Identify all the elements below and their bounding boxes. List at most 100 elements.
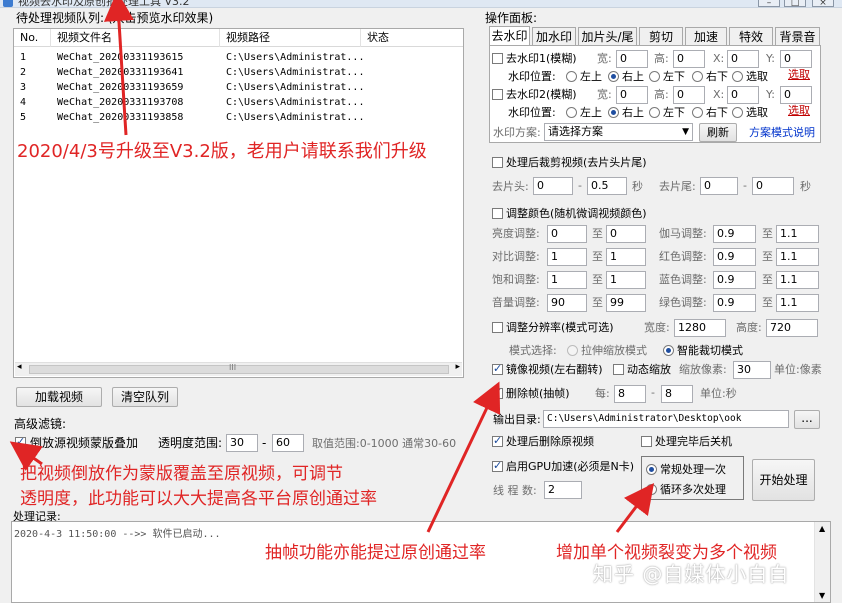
tab-add-watermark[interactable]: 加水印 bbox=[532, 27, 576, 46]
threads-input[interactable]: 2 bbox=[544, 481, 582, 499]
log-scrollbar[interactable]: ▲ ▼ bbox=[814, 522, 830, 602]
frames-a-input[interactable]: 8 bbox=[614, 385, 646, 403]
tab-effects[interactable]: 特效 bbox=[729, 27, 773, 46]
zoom-input[interactable]: 30 bbox=[733, 361, 771, 379]
horizontal-scrollbar[interactable]: ◂ ▸ III bbox=[15, 362, 462, 376]
color-max-input[interactable]: 1 bbox=[606, 248, 646, 266]
opacity-max-input[interactable]: 60 bbox=[272, 434, 304, 452]
stretch-mode-radio[interactable] bbox=[567, 345, 578, 356]
head-to-input[interactable]: 0.5 bbox=[587, 177, 627, 195]
color2-max-input[interactable]: 1.1 bbox=[776, 271, 819, 289]
tab-intro-outro[interactable]: 加片头/尾 bbox=[578, 27, 637, 46]
mirror-checkbox[interactable] bbox=[492, 362, 503, 375]
start-processing-button[interactable]: 开始处理 bbox=[752, 459, 815, 501]
dynamic-zoom-checkbox[interactable] bbox=[613, 364, 624, 375]
color-max-input[interactable]: 1 bbox=[606, 271, 646, 289]
wm1-pick-link[interactable]: 选取 bbox=[788, 68, 810, 82]
wm1-h-input[interactable]: 0 bbox=[673, 50, 705, 68]
scroll-down-icon[interactable]: ▼ bbox=[819, 591, 825, 600]
wm1-pos-radio-2[interactable] bbox=[649, 71, 660, 82]
res-height-input[interactable]: 720 bbox=[766, 319, 818, 337]
wm1-pos-radio-0[interactable] bbox=[566, 71, 577, 82]
table-row[interactable]: 1 WeChat_20200331193615 C:\Users\Administr… bbox=[14, 50, 463, 65]
col-status[interactable]: 状态 bbox=[361, 29, 463, 47]
maximize-button[interactable]: □ bbox=[784, 0, 806, 7]
scroll-left-icon[interactable]: ◂ bbox=[17, 362, 22, 372]
trim-checkbox[interactable] bbox=[492, 157, 503, 168]
tab-cut[interactable]: 剪切 bbox=[639, 27, 683, 46]
table-row[interactable]: 4 WeChat_20200331193708 C:\Users\Administr… bbox=[14, 95, 463, 110]
close-button[interactable]: × bbox=[812, 0, 834, 7]
wm2-pos-radio-1[interactable] bbox=[608, 107, 619, 118]
wm1-checkbox[interactable] bbox=[492, 53, 503, 64]
color2-min-input[interactable]: 0.9 bbox=[713, 271, 756, 289]
chevron-down-icon[interactable]: ▼ bbox=[682, 124, 689, 140]
color-min-input[interactable]: 1 bbox=[547, 271, 587, 289]
table-row[interactable]: 5 WeChat_20200331193858 C:\Users\Administr… bbox=[14, 110, 463, 125]
tab-bgm[interactable]: 背景音 bbox=[775, 27, 820, 46]
load-video-button[interactable]: 加载视频 bbox=[16, 387, 102, 407]
refresh-button[interactable]: 刷新 bbox=[699, 123, 737, 142]
wm2-checkbox[interactable] bbox=[492, 89, 503, 100]
delete-source-checkbox[interactable] bbox=[492, 434, 503, 447]
col-filename[interactable]: 视频文件名 bbox=[51, 29, 220, 47]
wm2-pos-radio-0[interactable] bbox=[566, 107, 577, 118]
wm1-pos-radio-1[interactable] bbox=[608, 71, 619, 82]
opacity-min-input[interactable]: 30 bbox=[226, 434, 258, 452]
wm2-pos-radio-3[interactable] bbox=[692, 107, 703, 118]
tab-speed[interactable]: 加速 bbox=[685, 27, 727, 46]
scheme-help-link[interactable]: 方案模式说明 bbox=[749, 126, 815, 140]
output-path-input[interactable]: C:\Users\Administrator\Desktop\ook bbox=[543, 410, 789, 428]
video-queue-list[interactable]: No. 视频文件名 视频路径 状态 1 WeChat_20200331193615… bbox=[13, 28, 464, 378]
wm2-x-input[interactable]: 0 bbox=[727, 86, 759, 104]
color-max-input[interactable]: 99 bbox=[606, 294, 646, 312]
wm2-pick-link[interactable]: 选取 bbox=[788, 104, 810, 118]
col-no[interactable]: No. bbox=[14, 29, 51, 47]
reverse-overlay-checkbox[interactable] bbox=[15, 435, 26, 448]
scrollbar-thumb[interactable] bbox=[29, 365, 449, 374]
table-row[interactable]: 2 WeChat_20200331193641 C:\Users\Administr… bbox=[14, 65, 463, 80]
loop-mode-radio[interactable] bbox=[646, 484, 657, 495]
resolution-checkbox[interactable] bbox=[492, 322, 503, 333]
wm2-pos-radio-4[interactable] bbox=[732, 107, 743, 118]
table-row[interactable]: 3 WeChat_20200331193659 C:\Users\Administr… bbox=[14, 80, 463, 95]
wm2-w-input[interactable]: 0 bbox=[616, 86, 648, 104]
frames-b-input[interactable]: 8 bbox=[661, 385, 693, 403]
color-checkbox[interactable] bbox=[492, 208, 503, 219]
browse-button[interactable]: ... bbox=[794, 410, 820, 429]
wm1-y-input[interactable]: 0 bbox=[780, 50, 812, 68]
color-max-input[interactable]: 0 bbox=[606, 225, 646, 243]
scroll-right-icon[interactable]: ▸ bbox=[455, 362, 460, 372]
color2-min-input[interactable]: 0.9 bbox=[713, 294, 756, 312]
normal-mode-radio[interactable] bbox=[646, 464, 657, 475]
wm1-w-input[interactable]: 0 bbox=[616, 50, 648, 68]
tab-remove-watermark[interactable]: 去水印 bbox=[489, 26, 530, 46]
color2-min-input[interactable]: 0.9 bbox=[713, 225, 756, 243]
wm1-pos-radio-3[interactable] bbox=[692, 71, 703, 82]
head-from-input[interactable]: 0 bbox=[533, 177, 573, 195]
wm2-h-input[interactable]: 0 bbox=[673, 86, 705, 104]
wm2-y-input[interactable]: 0 bbox=[780, 86, 812, 104]
drop-frames-checkbox[interactable] bbox=[492, 386, 503, 399]
scroll-up-icon[interactable]: ▲ bbox=[819, 524, 825, 533]
wm1-x-input[interactable]: 0 bbox=[727, 50, 759, 68]
tail-to-input[interactable]: 0 bbox=[752, 177, 794, 195]
wm1-pos-radio-4[interactable] bbox=[732, 71, 743, 82]
wm2-pos-radio-2[interactable] bbox=[649, 107, 660, 118]
col-path[interactable]: 视频路径 bbox=[220, 29, 361, 47]
minimize-button[interactable]: – bbox=[758, 0, 780, 7]
color2-max-input[interactable]: 1.1 bbox=[776, 225, 819, 243]
smart-mode-radio[interactable] bbox=[663, 345, 674, 356]
color-min-input[interactable]: 1 bbox=[547, 248, 587, 266]
color2-max-input[interactable]: 1.1 bbox=[776, 248, 819, 266]
scheme-select[interactable]: 请选择方案 ▼ bbox=[544, 123, 693, 141]
gpu-checkbox[interactable] bbox=[492, 459, 503, 472]
color2-min-input[interactable]: 0.9 bbox=[713, 248, 756, 266]
color-min-input[interactable]: 90 bbox=[547, 294, 587, 312]
color2-max-input[interactable]: 1.1 bbox=[776, 294, 819, 312]
res-width-input[interactable]: 1280 bbox=[674, 319, 726, 337]
tail-from-input[interactable]: 0 bbox=[700, 177, 738, 195]
color-min-input[interactable]: 0 bbox=[547, 225, 587, 243]
clear-queue-button[interactable]: 清空队列 bbox=[112, 387, 178, 407]
shutdown-checkbox[interactable] bbox=[641, 436, 652, 447]
